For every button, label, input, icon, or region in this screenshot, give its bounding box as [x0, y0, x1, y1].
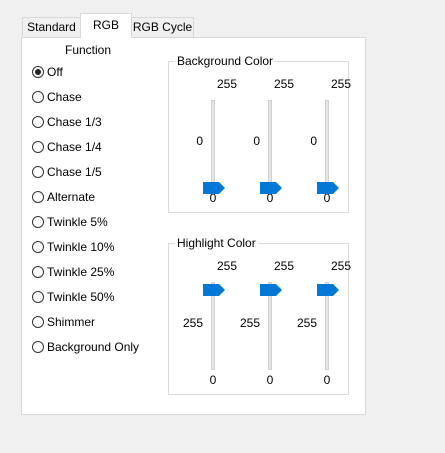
- function-option-chase-1-5[interactable]: Chase 1/5: [32, 164, 102, 180]
- background-green-slider-track[interactable]: [268, 100, 272, 188]
- radio-button[interactable]: [32, 341, 44, 353]
- highlight-green-value-label: 255: [239, 316, 260, 330]
- function-option-label: Twinkle 10%: [47, 240, 115, 254]
- radio-button[interactable]: [32, 291, 44, 303]
- radio-button[interactable]: [32, 316, 44, 328]
- background-blue-max-label: 255: [331, 77, 352, 91]
- highlight-green-min-label: 0: [266, 373, 274, 387]
- background-blue-value-label: 0: [310, 134, 317, 148]
- function-option-label: Chase 1/4: [47, 140, 102, 154]
- highlight-blue-value-label: 255: [296, 316, 317, 330]
- function-option-shimmer[interactable]: Shimmer: [32, 314, 95, 330]
- function-option-twinkle-50[interactable]: Twinkle 50%: [32, 289, 114, 305]
- function-option-chase-1-3[interactable]: Chase 1/3: [32, 114, 102, 130]
- function-option-label: Alternate: [47, 190, 96, 204]
- radio-button[interactable]: [32, 91, 44, 103]
- function-option-off[interactable]: Off: [32, 64, 63, 80]
- highlight-color-title: Highlight Color: [175, 236, 258, 250]
- function-option-label: Chase: [47, 90, 82, 104]
- background-red-value-label: 0: [196, 134, 203, 148]
- function-option-label: Background Only: [47, 340, 140, 354]
- function-option-background-only[interactable]: Background Only: [32, 339, 139, 355]
- tab-standard[interactable]: Standard: [22, 17, 81, 37]
- radio-button[interactable]: [32, 266, 44, 278]
- background-red-slider-track[interactable]: [211, 100, 215, 188]
- background-red-max-label: 255: [217, 77, 238, 91]
- function-option-label: Chase 1/5: [47, 165, 102, 179]
- highlight-green-slider-thumb[interactable]: [260, 284, 282, 296]
- function-option-label: Off: [47, 65, 63, 79]
- highlight-red-min-label: 0: [209, 373, 217, 387]
- function-option-chase-1-4[interactable]: Chase 1/4: [32, 139, 102, 155]
- function-label: Function: [65, 43, 112, 57]
- radio-button[interactable]: [32, 191, 44, 203]
- radio-button[interactable]: [32, 141, 44, 153]
- function-option-twinkle-25[interactable]: Twinkle 25%: [32, 264, 114, 280]
- function-option-twinkle-10[interactable]: Twinkle 10%: [32, 239, 114, 255]
- tab-rgb[interactable]: RGB: [80, 13, 132, 38]
- highlight-red-max-label: 255: [217, 259, 238, 273]
- function-option-label: Twinkle 5%: [47, 215, 108, 229]
- radio-button[interactable]: [32, 216, 44, 228]
- radio-button[interactable]: [32, 241, 44, 253]
- function-option-chase[interactable]: Chase: [32, 89, 82, 105]
- function-option-label: Twinkle 50%: [47, 290, 115, 304]
- background-green-value-label: 0: [253, 134, 260, 148]
- background-blue-slider-track[interactable]: [325, 100, 329, 188]
- background-green-max-label: 255: [274, 77, 295, 91]
- radio-button[interactable]: [32, 166, 44, 178]
- highlight-blue-max-label: 255: [331, 259, 352, 273]
- function-option-alternate[interactable]: Alternate: [32, 189, 95, 205]
- tab-rgb-cycle[interactable]: RGB Cycle: [131, 17, 194, 37]
- background-blue-slider-thumb[interactable]: [317, 182, 339, 194]
- highlight-red-value-label: 255: [182, 316, 203, 330]
- function-option-label: Twinkle 25%: [47, 265, 115, 279]
- highlight-blue-min-label: 0: [323, 373, 331, 387]
- radio-button[interactable]: [32, 66, 44, 78]
- function-option-label: Chase 1/3: [47, 115, 102, 129]
- radio-button[interactable]: [32, 116, 44, 128]
- background-color-title: Background Color: [175, 54, 276, 68]
- highlight-blue-slider-thumb[interactable]: [317, 284, 339, 296]
- background-green-slider-thumb[interactable]: [260, 182, 282, 194]
- function-option-twinkle-5[interactable]: Twinkle 5%: [32, 214, 108, 230]
- highlight-red-slider-thumb[interactable]: [203, 284, 225, 296]
- function-option-label: Shimmer: [47, 315, 96, 329]
- background-red-slider-thumb[interactable]: [203, 182, 225, 194]
- highlight-green-max-label: 255: [274, 259, 295, 273]
